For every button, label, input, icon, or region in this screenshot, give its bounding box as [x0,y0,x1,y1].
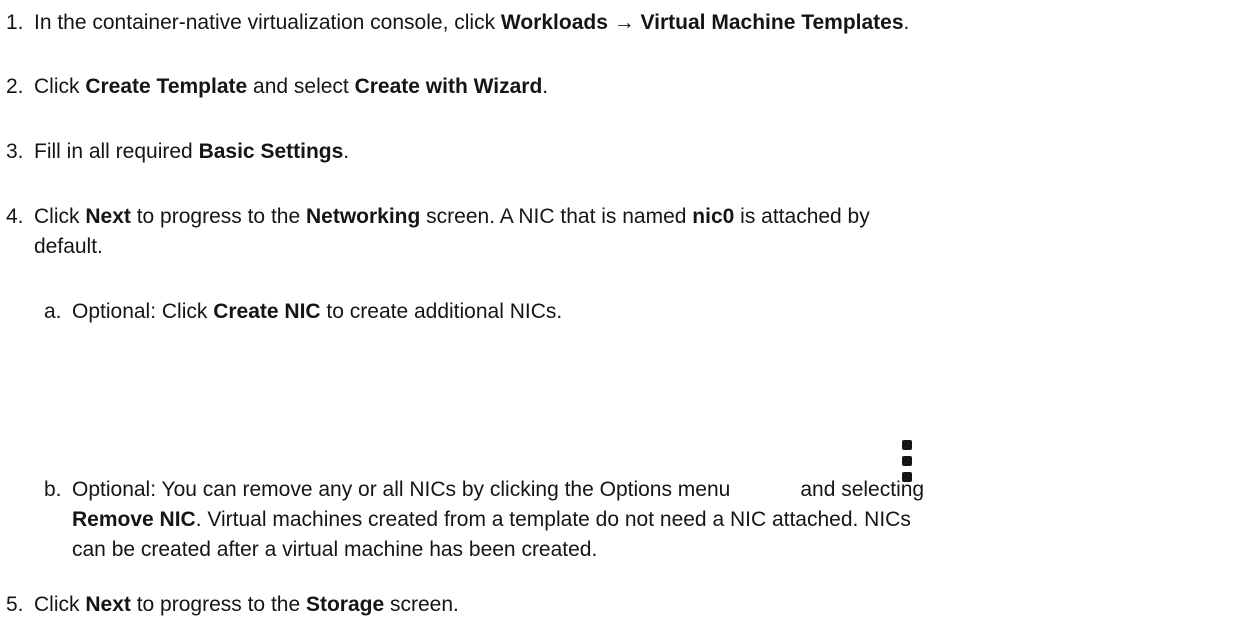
step-2: 2. Click Create Template and select Crea… [0,72,1230,102]
step-4a: a. Optional: Click Create NIC to create … [0,297,1230,327]
step-number: 2. [6,75,24,98]
substep-text: Optional: Click Create NIC to create add… [72,300,563,323]
ui-term-create-with-wizard: Create with Wizard [354,75,543,98]
step-1: 1. In the container-native virtualizatio… [0,8,1230,38]
step-text-continued: default. [34,235,103,258]
ui-term-next: Next [85,205,131,228]
step-text: In the container-native virtualization c… [34,11,910,34]
step-text: Click Next to progress to the Storage sc… [34,593,459,616]
step-number: 4. [6,205,24,228]
ui-term-workloads: Workloads [500,11,608,34]
substep-text-continued: Remove NIC. Virtual machines created fro… [72,508,911,531]
substep-letter: b. [44,478,62,501]
step-number: 1. [6,11,24,34]
substep-text: Optional: You can remove any or all NICs… [72,478,925,501]
ui-term-remove-nic: Remove NIC [72,508,196,531]
step-text: Click Next to progress to the Networking… [34,205,870,228]
ui-term-networking: Networking [305,205,421,228]
step-number: 3. [6,140,24,163]
step-4: 4. Click Next to progress to the Network… [0,202,1230,262]
substep-text-continued: can be created after a virtual machine h… [72,538,598,561]
step-text: Click Create Template and select Create … [34,75,549,98]
ui-term-nic0: nic0 [692,205,735,228]
step-3: 3. Fill in all required Basic Settings. [0,137,1230,167]
ui-term-create-template: Create Template [85,75,248,98]
ui-term-vm-templates: Virtual Machine Templates [640,11,904,34]
ui-term-basic-settings: Basic Settings [198,140,344,163]
document-page: 1. In the container-native virtualizatio… [0,0,1239,616]
ui-term-storage: Storage [305,593,385,616]
step-5: 5. Click Next to progress to the Storage… [0,590,1230,620]
step-text: Fill in all required Basic Settings. [34,140,350,163]
ui-term-next: Next [85,593,131,616]
substep-letter: a. [44,300,62,323]
step-number: 5. [6,593,24,616]
ui-term-create-nic: Create NIC [213,300,321,323]
step-4b: b. Optional: You can remove any or all N… [0,475,1230,565]
